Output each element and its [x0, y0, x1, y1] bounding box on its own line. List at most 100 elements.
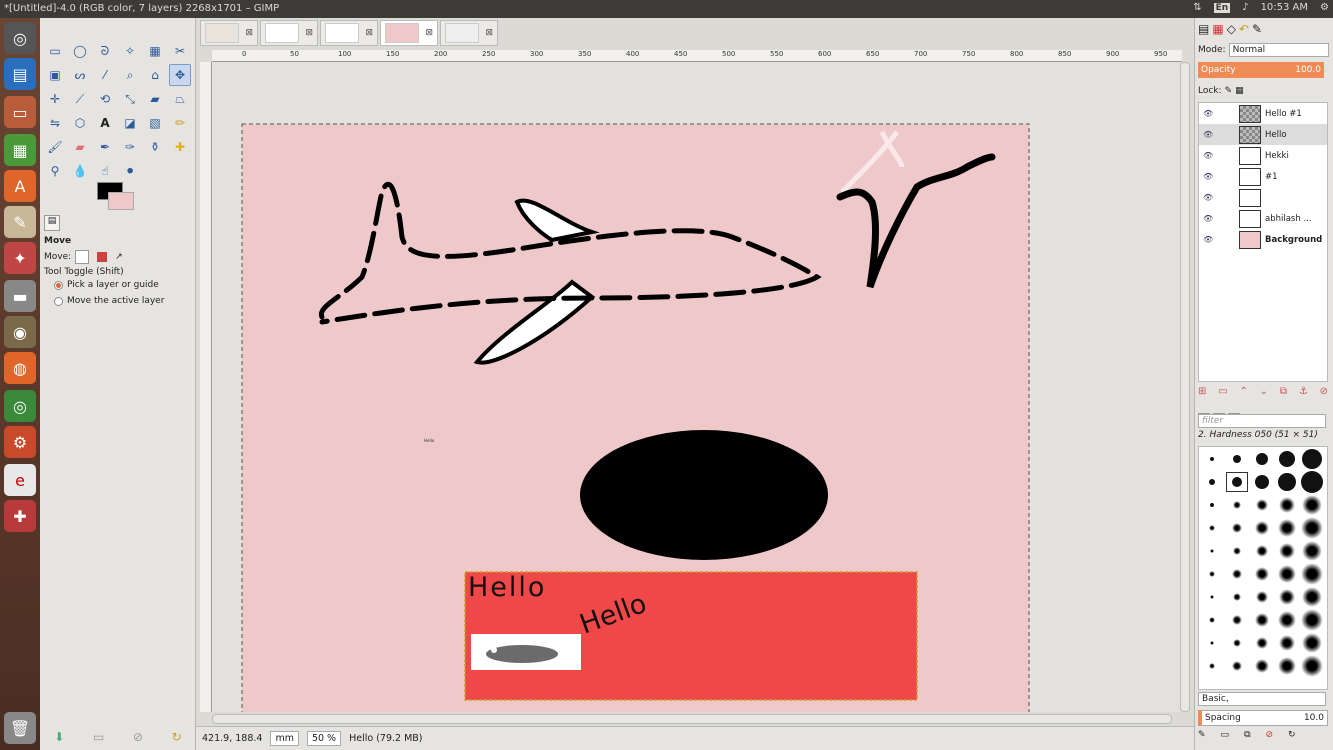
browser-icon[interactable]: e	[4, 464, 36, 496]
vertical-scrollbar[interactable]	[1180, 62, 1190, 712]
save-options-icon[interactable]: ⬇	[54, 730, 64, 744]
layer-row[interactable]: 👁 Hello #1	[1199, 103, 1327, 124]
clock[interactable]: 10:53 AM	[1261, 2, 1308, 13]
opacity-slider[interactable]: Opacity 100.0	[1198, 62, 1324, 78]
layer-row[interactable]: 👁 #1	[1199, 166, 1327, 187]
move-path-icon[interactable]: ↗	[115, 252, 123, 262]
lock-pixels-icon[interactable]: ✎	[1225, 86, 1233, 96]
settings-icon[interactable]: ✦	[4, 242, 36, 274]
brush-item[interactable]	[1251, 541, 1273, 561]
new-brush-icon[interactable]: ▭	[1221, 730, 1230, 740]
brush-item[interactable]	[1226, 518, 1248, 538]
image-tab-3[interactable]: ⊠	[320, 20, 378, 46]
measure-icon[interactable]: ⌂	[144, 64, 166, 86]
brush-item[interactable]	[1251, 633, 1273, 653]
airbrush-icon[interactable]: ✒	[94, 136, 116, 158]
dodge-burn-icon[interactable]: ⚫	[119, 160, 141, 182]
eraser-icon[interactable]: ▰	[69, 136, 91, 158]
close-icon[interactable]: ⊠	[485, 28, 493, 38]
lock-alpha-icon[interactable]: ▦	[1235, 86, 1244, 96]
eye-icon[interactable]: 👁	[1203, 151, 1213, 160]
tool-options-tab-icon[interactable]: ▤	[44, 215, 60, 231]
network-icon[interactable]: ⇅	[1193, 2, 1201, 13]
brush-item[interactable]	[1251, 610, 1273, 630]
duplicate-brush-icon[interactable]: ⧉	[1244, 730, 1250, 740]
crop-icon[interactable]: ⟋	[69, 88, 91, 110]
brush-item[interactable]	[1201, 495, 1223, 515]
close-icon[interactable]: ⊠	[365, 28, 373, 38]
move-selection-icon[interactable]	[97, 252, 108, 262]
new-group-icon[interactable]: ▭	[1218, 386, 1227, 402]
brush-item[interactable]	[1301, 609, 1323, 631]
trash-icon[interactable]: 🗑	[4, 712, 36, 744]
brush-item[interactable]	[1276, 495, 1298, 515]
new-layer-icon[interactable]: ⊞	[1198, 386, 1206, 402]
brush-item[interactable]	[1276, 656, 1298, 676]
zoom-icon[interactable]: ⌕	[119, 64, 141, 86]
drive-icon[interactable]: ▬	[4, 280, 36, 312]
pick-layer-radio[interactable]	[54, 280, 63, 290]
brush-item[interactable]	[1201, 449, 1223, 469]
horizontal-scrollbar[interactable]	[212, 714, 1172, 724]
unit-selector[interactable]: mm	[270, 731, 299, 746]
brush-item[interactable]	[1226, 564, 1248, 584]
layer-row[interactable]: 👁	[1199, 187, 1327, 208]
scale-icon[interactable]: ⤡	[119, 88, 141, 110]
home-folder-icon[interactable]: ▭	[4, 96, 36, 128]
close-icon[interactable]: ⊠	[245, 28, 253, 38]
anchor-layer-icon[interactable]: ⚓	[1299, 386, 1308, 402]
lower-layer-icon[interactable]: ⌄	[1260, 386, 1268, 402]
scissors-icon[interactable]: ✂	[169, 40, 191, 62]
rotate-icon[interactable]: ⟲	[94, 88, 116, 110]
perspective-icon[interactable]: ⏢	[169, 88, 191, 110]
brush-item[interactable]	[1301, 655, 1323, 677]
eye-icon[interactable]: 👁	[1203, 172, 1213, 181]
files-icon[interactable]: ▤	[4, 58, 36, 90]
software-center-icon[interactable]: A	[4, 170, 36, 202]
refresh-brush-icon[interactable]: ↻	[1288, 730, 1296, 740]
volume-icon[interactable]: ♪	[1242, 2, 1248, 13]
move-tool-icon[interactable]: ✥	[169, 64, 191, 86]
close-icon[interactable]: ⊠	[305, 28, 313, 38]
image-tab-1[interactable]: ⊠	[200, 20, 258, 46]
brush-item[interactable]	[1301, 541, 1323, 561]
text-editor-icon[interactable]: ✎	[4, 206, 36, 238]
brush-item[interactable]	[1201, 656, 1223, 676]
delete-layer-icon[interactable]: ⊘	[1320, 386, 1328, 402]
brush-item[interactable]	[1226, 449, 1248, 469]
brush-item[interactable]	[1251, 518, 1273, 538]
brush-item[interactable]	[1276, 587, 1298, 607]
undo-tab-icon[interactable]: ↶	[1239, 22, 1249, 36]
mode-select[interactable]: Normal	[1228, 43, 1329, 57]
lasso-icon[interactable]: ᘐ	[94, 40, 116, 62]
pencil-icon[interactable]: ✏	[169, 112, 191, 134]
brush-item[interactable]	[1301, 449, 1323, 469]
brush-item[interactable]	[1201, 472, 1223, 492]
brush-item[interactable]	[1276, 472, 1298, 492]
paths-tab-icon[interactable]: ◇	[1227, 22, 1236, 36]
brush-filter-input[interactable]: filter	[1198, 414, 1326, 428]
fuzzy-select-icon[interactable]: ✧	[119, 40, 141, 62]
delete-brush-icon[interactable]: ⊘	[1266, 730, 1274, 740]
brush-item[interactable]	[1276, 518, 1298, 538]
brush-item[interactable]	[1276, 564, 1298, 584]
brush-item[interactable]	[1251, 564, 1273, 584]
brush-item[interactable]	[1276, 633, 1298, 653]
heal-icon[interactable]: ✚	[169, 136, 191, 158]
brush-item[interactable]	[1251, 472, 1273, 492]
brush-item[interactable]	[1276, 449, 1298, 469]
eye-icon[interactable]: 👁	[1203, 214, 1213, 223]
brush-item[interactable]	[1201, 518, 1223, 538]
canvas-image[interactable]: Hello Hello Hello	[212, 62, 1182, 712]
brush-item[interactable]	[1226, 633, 1248, 653]
chrome-icon[interactable]: ◎	[4, 390, 36, 422]
move-active-radio[interactable]	[54, 296, 63, 306]
blend-icon[interactable]: ▧	[144, 112, 166, 134]
brush-tab-icon[interactable]: ✎	[1252, 22, 1262, 36]
edit-brush-icon[interactable]: ✎	[1198, 730, 1206, 740]
image-tab-2[interactable]: ⊠	[260, 20, 318, 46]
delete-options-icon[interactable]: ⊘	[133, 730, 143, 744]
color-picker-icon[interactable]: ⁄	[94, 64, 116, 86]
brush-item[interactable]	[1251, 495, 1273, 515]
gear-icon[interactable]: ⚙	[1320, 2, 1329, 13]
